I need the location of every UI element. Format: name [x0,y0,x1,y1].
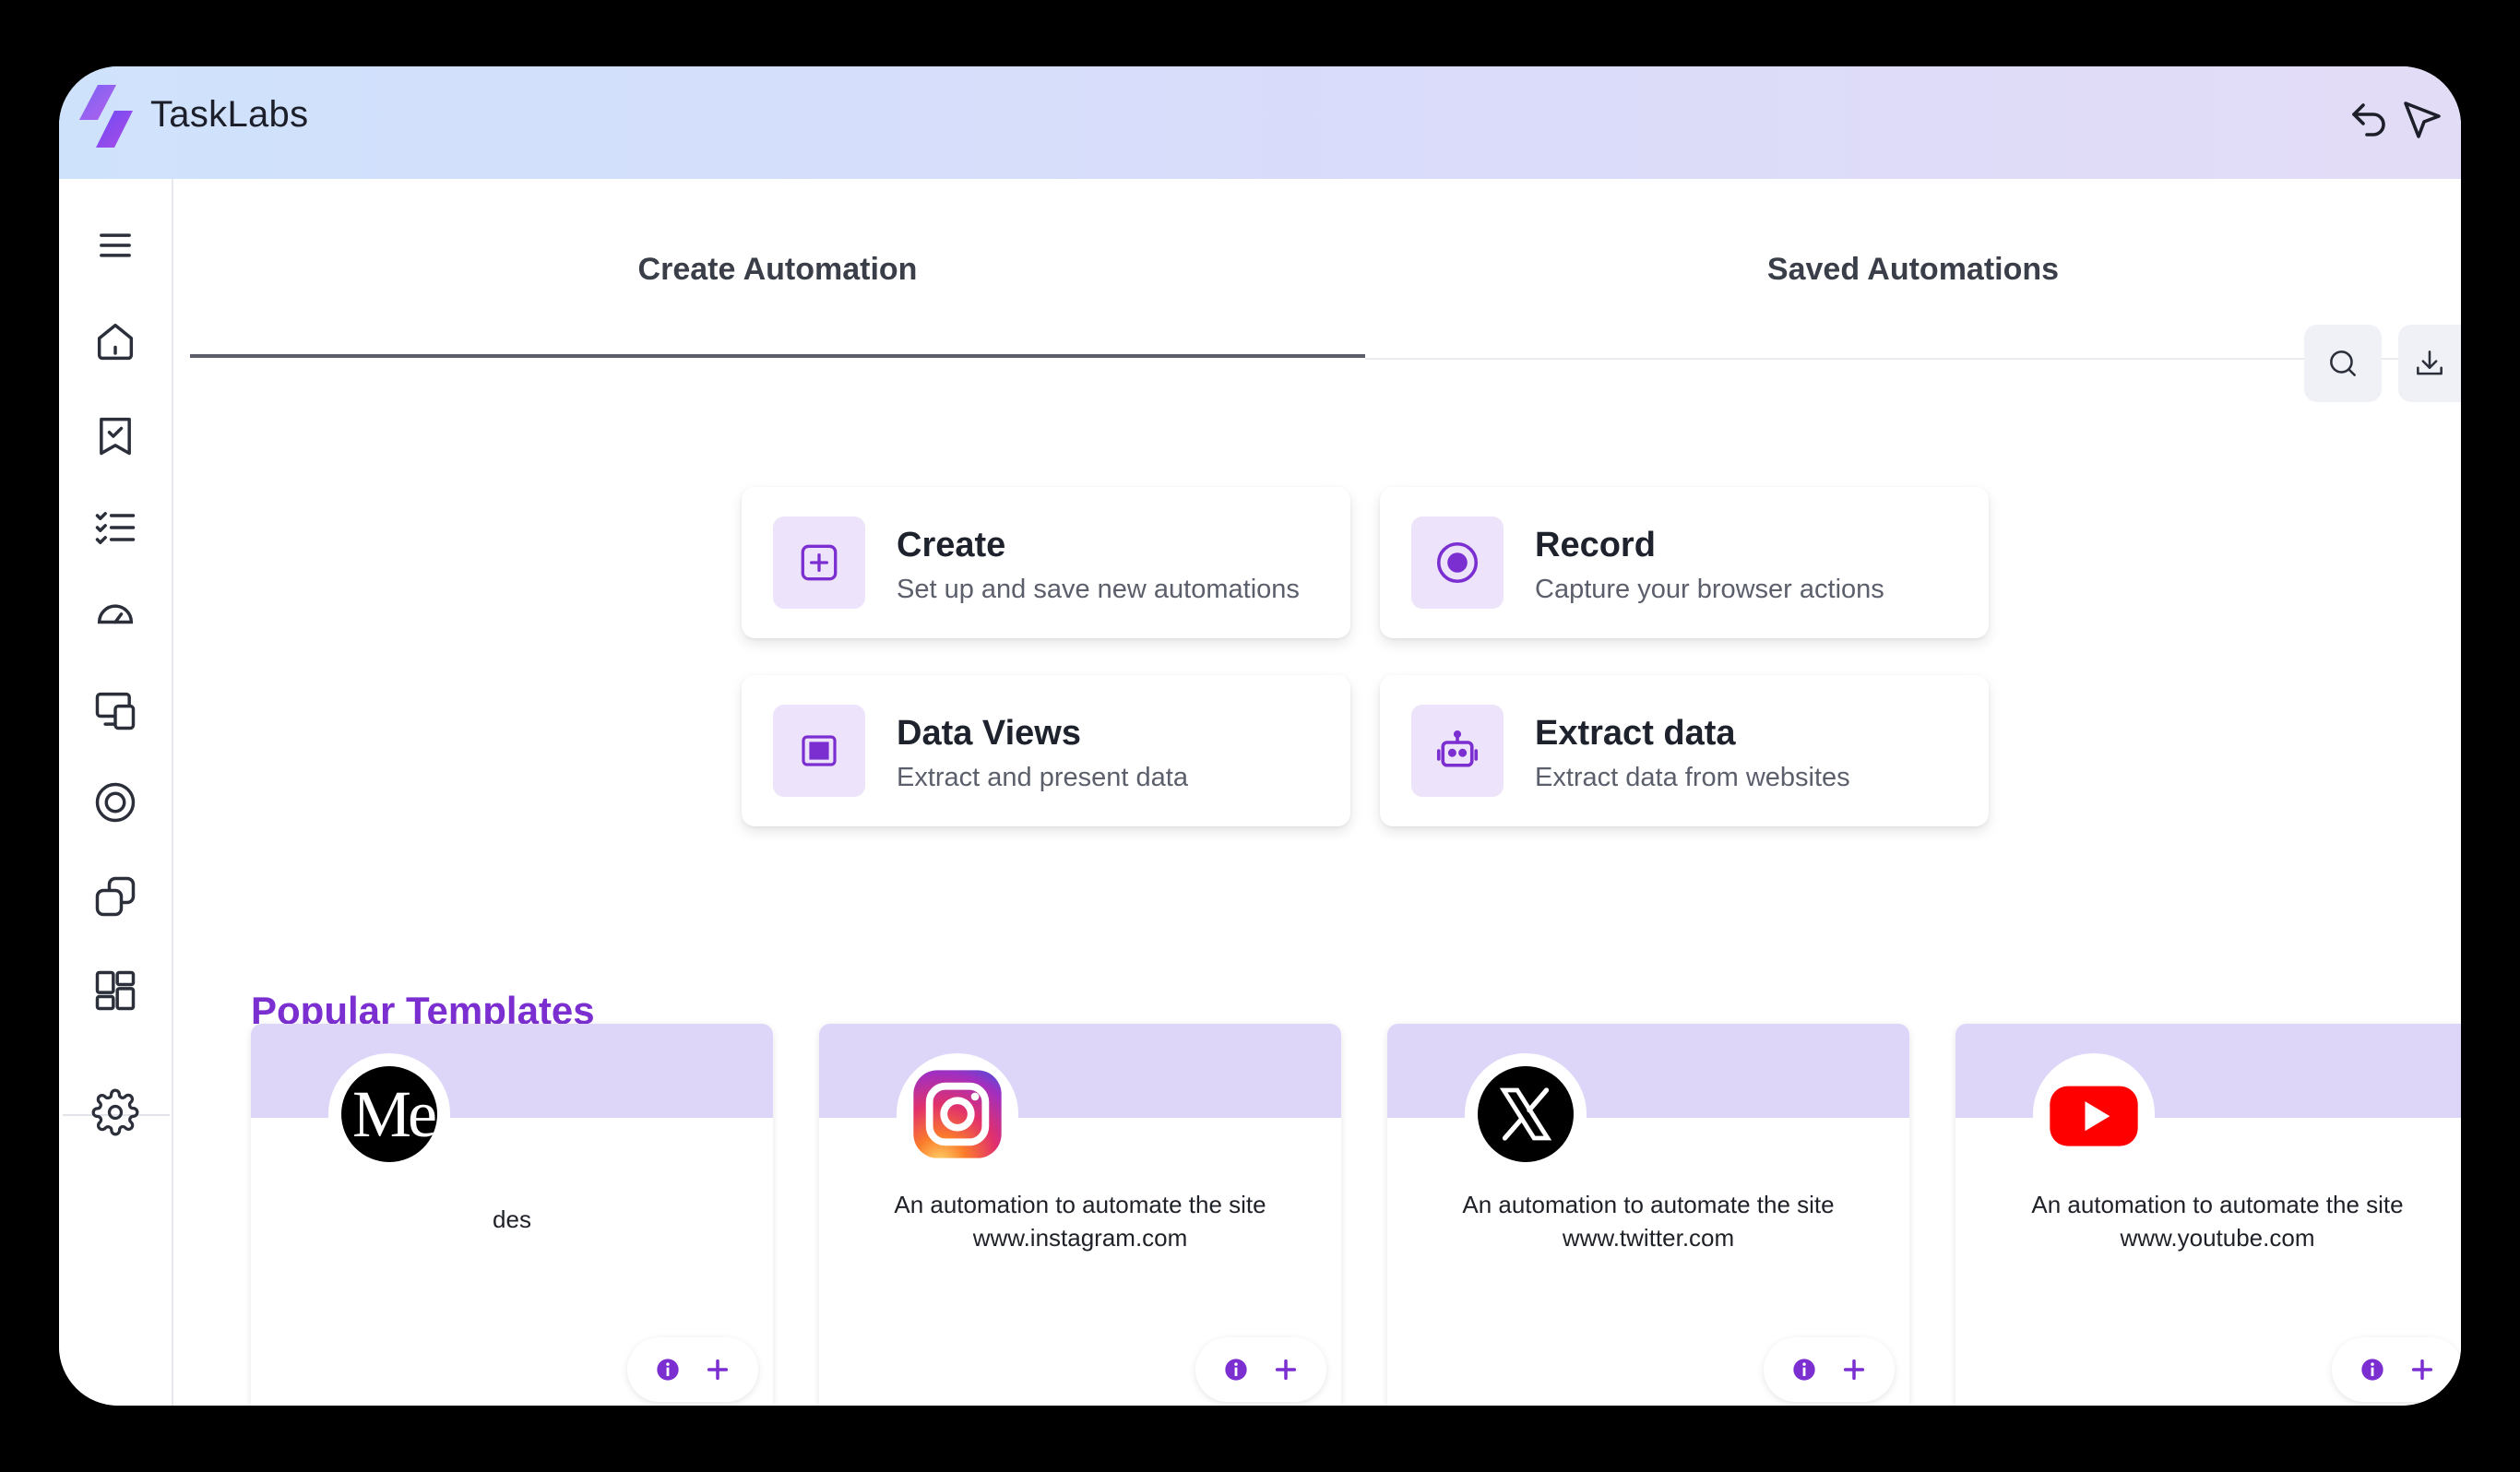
template-card[interactable]: An automation to automate the site www.t… [1387,1024,1909,1406]
top-bar: TaskLabs [59,66,2461,179]
template-card-header [1955,1024,2461,1118]
data-views-card-title: Data Views [897,714,1081,753]
template-card[interactable]: Me des [251,1024,773,1406]
add-icon[interactable] [1841,1357,1867,1383]
template-actions [1195,1337,1326,1402]
settings-icon[interactable] [91,1088,139,1136]
template-description: An automation to automate the site www.y… [2031,1191,2404,1252]
tasklabs-logo [79,85,133,148]
target-icon[interactable] [91,778,139,826]
app-title: TaskLabs [150,94,309,135]
dashboard-icon[interactable] [91,967,139,1015]
record-card-subtitle: Capture your browser actions [1535,575,1884,604]
add-icon[interactable] [705,1357,731,1383]
info-icon[interactable] [1791,1357,1817,1383]
record-card[interactable]: Record Capture your browser actions [1380,487,1989,638]
template-actions [627,1337,758,1402]
create-card-title: Create [897,526,1006,564]
info-icon[interactable] [655,1357,681,1383]
tab-bar: Create Automation Saved Automations [190,179,2461,360]
robot-icon [1411,705,1504,797]
app-window: TaskLabs Create Automation Saved Automat… [59,66,2461,1406]
medium-logo-text: Me [352,1076,437,1151]
template-card[interactable]: An automation to automate the site www.i… [819,1024,1341,1406]
devices-icon[interactable] [91,686,139,734]
data-views-card[interactable]: Data Views Extract and present data [742,675,1350,826]
record-icon [1411,516,1504,609]
grid-table-icon [773,705,865,797]
template-card[interactable]: An automation to automate the site www.y… [1955,1024,2461,1406]
tab-create-automation[interactable]: Create Automation [190,179,1365,360]
extract-data-card-subtitle: Extract data from websites [1535,763,1850,792]
template-description: An automation to automate the site www.i… [894,1191,1266,1252]
data-views-card-subtitle: Extract and present data [897,763,1188,792]
add-icon[interactable] [2409,1357,2435,1383]
checklist-icon[interactable] [91,504,139,552]
copy-icon[interactable] [91,873,139,920]
download-icon [2417,350,2443,375]
create-card[interactable]: Create Set up and save new automations [742,487,1350,638]
extract-data-card[interactable]: Extract data Extract data from websites [1380,675,1989,826]
template-description: An automation to automate the site www.t… [1462,1191,1835,1252]
undo-icon[interactable] [2347,98,2391,142]
tab-saved-automations[interactable]: Saved Automations [1365,179,2461,360]
template-description: des [493,1205,531,1233]
search-icon [2330,350,2356,376]
info-icon[interactable] [2360,1357,2385,1383]
info-icon[interactable] [1223,1357,1249,1383]
tab-divider [1365,358,2461,360]
menu-icon[interactable] [91,221,139,269]
sidebar [59,179,173,1406]
gauge-icon[interactable] [91,592,139,640]
x-logo [1465,1053,1587,1175]
plus-square-icon [773,516,865,609]
download-button[interactable] [2398,325,2461,402]
add-icon[interactable] [1273,1357,1299,1383]
record-card-title: Record [1535,526,1656,564]
template-actions [2332,1337,2461,1402]
medium-logo: Me [328,1053,450,1175]
active-tab-indicator [190,354,1365,358]
instagram-logo [897,1053,1018,1175]
extract-data-card-title: Extract data [1535,714,1736,753]
create-card-subtitle: Set up and save new automations [897,575,1300,604]
cursor-icon[interactable] [2400,98,2444,142]
home-icon[interactable] [91,317,139,365]
youtube-logo [2033,1053,2155,1175]
template-actions [1764,1337,1895,1402]
search-button[interactable] [2304,325,2382,402]
bookmark-check-icon[interactable] [91,411,139,459]
